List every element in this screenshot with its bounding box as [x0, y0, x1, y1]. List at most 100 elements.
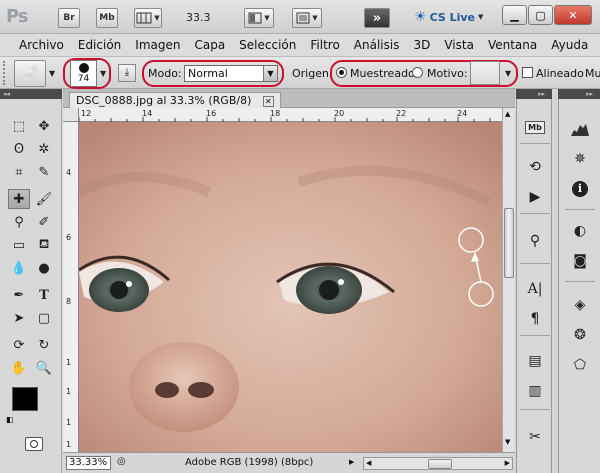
menu-archivo[interactable]: Archivo — [12, 38, 71, 52]
mode-select[interactable]: Normal ▼ — [184, 65, 278, 82]
tools-panel-header[interactable]: ◂◂ — [0, 89, 62, 99]
ruler-origin[interactable] — [63, 108, 79, 122]
pen-icon[interactable]: ✒ — [8, 285, 30, 305]
vertical-scrollbar[interactable]: ▲ ▼ — [502, 108, 515, 452]
lasso-icon[interactable]: ʘ — [8, 139, 30, 159]
masks-icon[interactable]: ◙ — [567, 249, 593, 273]
blur-icon[interactable]: 💧 — [8, 258, 30, 278]
paint-bucket-icon[interactable]: ⛾ — [33, 235, 55, 255]
menu-ayuda[interactable]: Ayuda — [544, 38, 595, 52]
info-icon[interactable]: i — [567, 177, 593, 201]
vertical-ruler[interactable]: 4 6 8 1 1 1 1 — [63, 122, 79, 452]
bridge-button[interactable]: Br — [58, 8, 80, 28]
sampled-label: Muestreado — [350, 67, 415, 80]
measurement-icon[interactable]: ▥ — [522, 379, 548, 403]
horizontal-ruler[interactable]: 12 14 16 18 20 22 24 — [79, 108, 502, 122]
shape-icon[interactable]: ▢ — [33, 308, 55, 328]
chevron-down-icon[interactable]: ▼ — [505, 69, 511, 78]
close-button[interactable]: ✕ — [554, 5, 592, 25]
layers-icon[interactable]: ◈ — [567, 293, 593, 317]
menu-filtro[interactable]: Filtro — [303, 38, 346, 52]
chevron-down-icon[interactable]: ▼ — [100, 69, 106, 78]
clone-source-icon[interactable]: ⚲ — [522, 229, 548, 253]
orbit-3d-icon[interactable]: ↻ — [33, 335, 55, 355]
cs-live-button[interactable]: ☀ CS Live ▼ — [414, 9, 483, 25]
menu-analisis[interactable]: Análisis — [347, 38, 407, 52]
menu-capa[interactable]: Capa — [187, 38, 232, 52]
dock-header-2[interactable]: ▸▸ — [558, 89, 600, 99]
crop-icon[interactable]: ⌗ — [8, 162, 30, 182]
menu-imagen[interactable]: Imagen — [128, 38, 187, 52]
eyedropper-icon[interactable]: ✎ — [33, 162, 55, 182]
maximize-button[interactable]: ▢ — [528, 5, 553, 25]
zoom-level-display[interactable]: 33.3 — [186, 11, 211, 24]
default-colors-icon[interactable]: ◧ — [6, 415, 14, 424]
mini-bridge-button[interactable]: Mb — [96, 8, 118, 28]
move-icon[interactable]: ✥ — [33, 116, 55, 136]
aligned-checkbox[interactable] — [522, 67, 533, 78]
scroll-down-icon[interactable]: ▼ — [505, 438, 510, 446]
character-icon[interactable]: A| — [522, 277, 548, 301]
chevron-down-icon[interactable]: ▼ — [49, 69, 55, 78]
menu-edicion[interactable]: Edición — [71, 38, 128, 52]
adjustments-icon[interactable]: ◐ — [567, 219, 593, 243]
collapse-icon: ◂◂ — [3, 90, 11, 98]
dock-header-1[interactable]: ▸▸ — [516, 89, 552, 99]
close-tab-icon[interactable]: ✕ — [262, 95, 274, 107]
mini-bridge-icon[interactable]: Mb — [522, 115, 548, 139]
chevron-down-icon: ▼ — [478, 13, 484, 21]
foreground-color-swatch[interactable] — [12, 387, 38, 411]
dodge-icon[interactable]: ● — [33, 258, 55, 278]
zoom-field-value: 33.33% — [69, 457, 108, 468]
options-grip[interactable] — [3, 61, 7, 85]
tools-presets-icon[interactable]: ✂ — [522, 425, 548, 449]
path-select-icon[interactable]: ➤ — [8, 308, 30, 328]
screen-mode-button[interactable]: ▼ — [292, 8, 322, 28]
navigator-icon[interactable]: ✵ — [567, 147, 593, 171]
marquee-icon[interactable]: ⬚ — [8, 116, 30, 136]
document-tab[interactable]: DSC_0888.jpg al 33.3% (RGB/8) ✕ — [69, 92, 281, 108]
arrange-documents-button[interactable]: ▼ — [244, 8, 274, 28]
scroll-left-icon[interactable]: ◀ — [366, 459, 371, 467]
pattern-radio[interactable] — [412, 67, 423, 78]
notes-icon[interactable]: ▤ — [522, 349, 548, 373]
channels-icon[interactable]: ❂ — [567, 323, 593, 347]
brush-icon[interactable]: 🖌 — [33, 189, 55, 209]
workspace-switcher-button[interactable]: » — [364, 8, 390, 28]
minimize-button[interactable]: ▁ — [502, 5, 527, 25]
status-menu-arrow-icon[interactable]: ▶ — [349, 458, 354, 466]
scroll-right-icon[interactable]: ▶ — [505, 459, 510, 467]
paragraph-icon[interactable]: ¶ — [522, 307, 548, 331]
status-info-icon[interactable]: ◎ — [117, 456, 126, 467]
history-brush-icon[interactable]: ✐ — [33, 212, 55, 232]
quick-mask-button[interactable] — [25, 437, 43, 451]
histogram-icon[interactable] — [567, 117, 593, 141]
image-canvas[interactable] — [79, 122, 502, 452]
zoom-field[interactable]: 33.33% — [66, 456, 111, 470]
menu-seleccion[interactable]: Selección — [232, 38, 303, 52]
type-icon[interactable]: T — [33, 285, 55, 305]
history-icon[interactable]: ⟲ — [522, 155, 548, 179]
brush-panel-button[interactable]: ⤓ — [118, 64, 136, 82]
zoom-icon[interactable]: 🔍 — [33, 358, 55, 378]
magic-wand-icon[interactable]: ✲ — [33, 139, 55, 159]
menu-3d[interactable]: 3D — [406, 38, 437, 52]
clone-stamp-icon[interactable]: ⚲ — [8, 212, 30, 232]
tool-preset-picker[interactable]: 🩹 — [14, 60, 46, 87]
view-extras-button[interactable]: ▼ — [134, 8, 162, 28]
menu-ventana[interactable]: Ventana — [481, 38, 544, 52]
brush-picker[interactable]: 74 — [70, 60, 97, 87]
actions-icon[interactable]: ▶ — [522, 185, 548, 209]
pattern-picker[interactable] — [470, 61, 500, 85]
hand-icon[interactable]: ✋ — [8, 358, 30, 378]
horizontal-scroll-thumb[interactable] — [428, 459, 452, 469]
healing-brush-icon[interactable]: ✚ — [8, 189, 30, 209]
vertical-scroll-thumb[interactable] — [504, 208, 514, 278]
horizontal-scrollbar[interactable]: ◀ ▶ — [363, 457, 513, 470]
paths-icon[interactable]: ⬠ — [567, 353, 593, 377]
sampled-radio[interactable] — [336, 67, 347, 78]
rotate-3d-icon[interactable]: ⟳ — [8, 335, 30, 355]
eraser-icon[interactable]: ▭ — [8, 235, 30, 255]
menu-vista[interactable]: Vista — [437, 38, 481, 52]
scroll-up-icon[interactable]: ▲ — [505, 110, 510, 118]
